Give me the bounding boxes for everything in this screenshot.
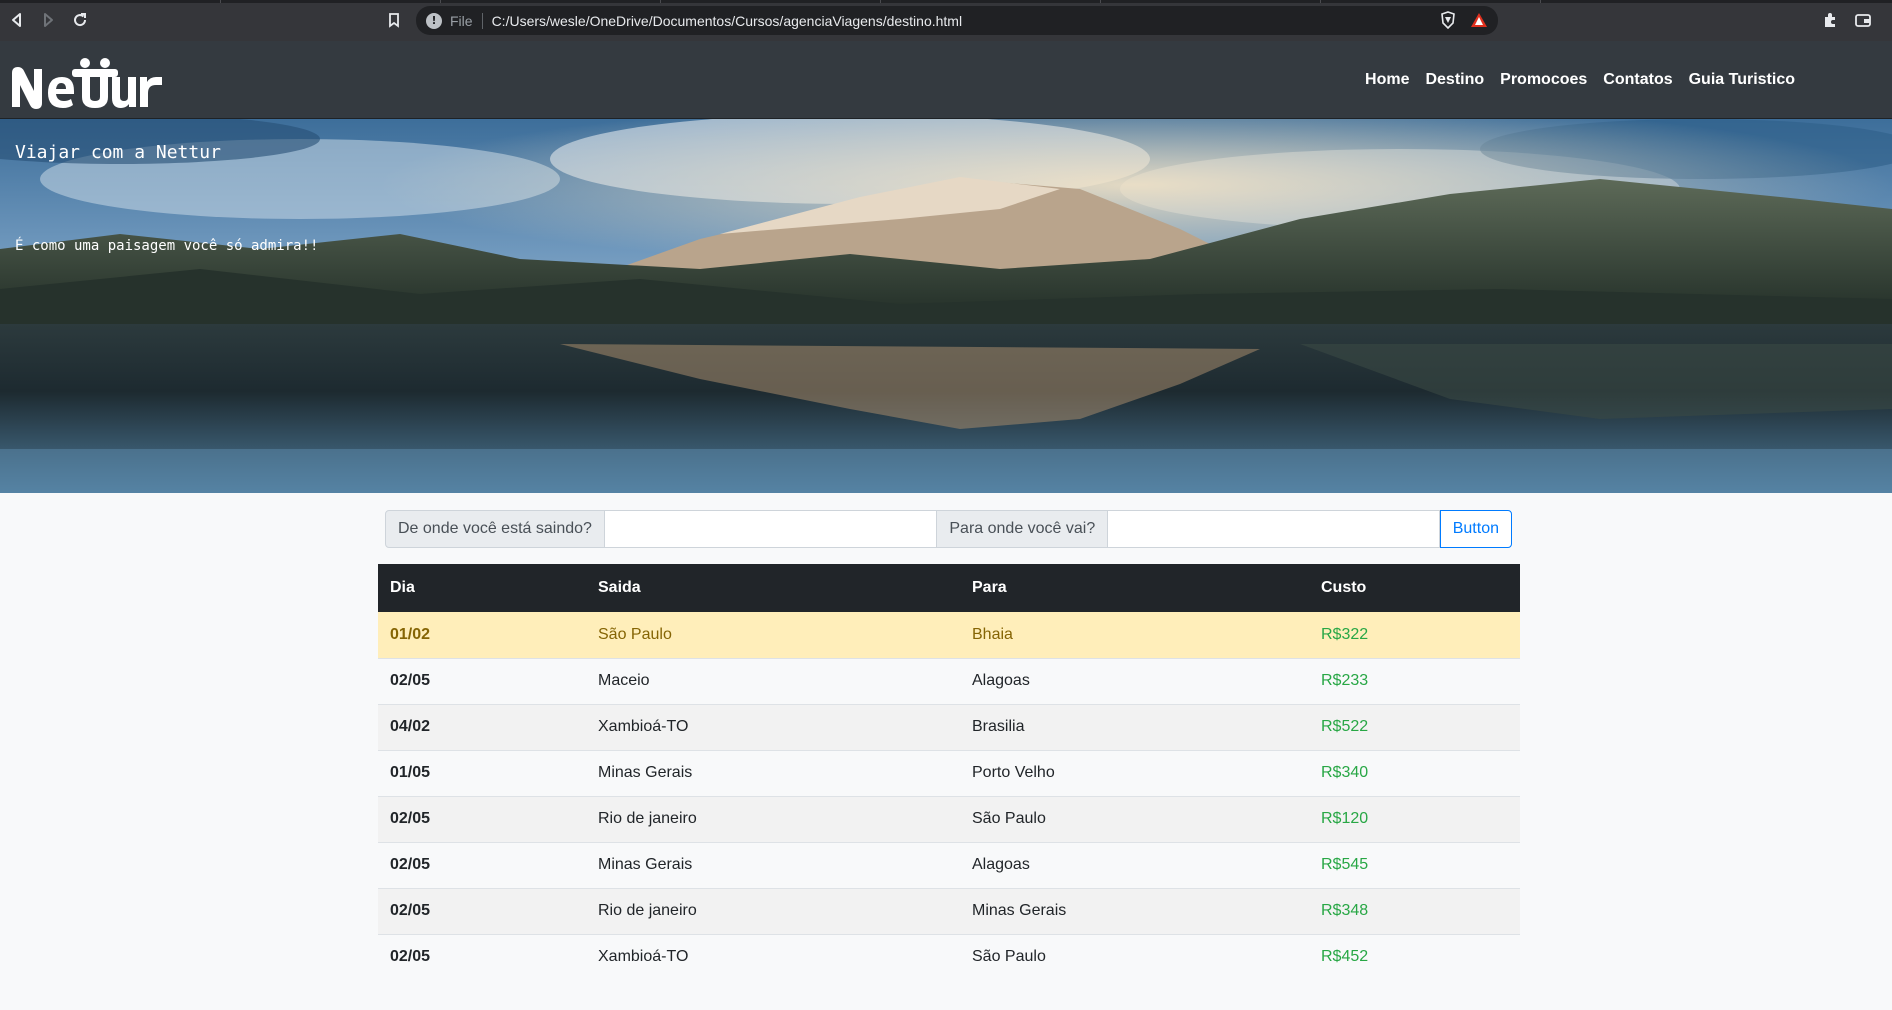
table-row: 01/05 Minas Gerais Porto Velho R$340 [378, 749, 1520, 796]
cell-para: Alagoas [960, 841, 1309, 888]
origin-input[interactable] [604, 510, 938, 548]
cell-saida: São Paulo [586, 611, 960, 658]
cell-dia: 02/05 [378, 841, 586, 888]
bookmark-icon[interactable] [383, 9, 405, 31]
cell-saida: Maceio [586, 657, 960, 704]
cell-para: Bhaia [960, 611, 1309, 658]
back-icon[interactable] [6, 9, 28, 31]
reload-icon[interactable] [69, 9, 91, 31]
nav-link-promocoes[interactable]: Promocoes [1500, 71, 1587, 89]
tab-strip [0, 0, 1892, 3]
cell-custo: R$545 [1309, 841, 1520, 888]
cell-saida: Rio de janeiro [586, 795, 960, 842]
url-text[interactable]: C:/Users/wesle/OneDrive/Documentos/Curso… [492, 13, 963, 29]
nav-link-guia-turistico[interactable]: Guia Turistico [1689, 71, 1795, 89]
cell-saida: Rio de janeiro [586, 887, 960, 934]
table-row: 02/05 Rio de janeiro São Paulo R$120 [378, 795, 1520, 842]
nav-link-destino[interactable]: Destino [1425, 71, 1484, 89]
cell-saida: Xambioá-TO [586, 703, 960, 750]
table-row: 02/05 Rio de janeiro Minas Gerais R$348 [378, 887, 1520, 934]
cell-para: Alagoas [960, 657, 1309, 704]
hero-banner: Viajar com a Nettur É como uma paisagem … [0, 119, 1892, 493]
brave-shield-icon[interactable] [1440, 11, 1456, 29]
table-row: 01/02 São Paulo Bhaia R$322 [378, 611, 1520, 658]
cell-dia: 04/02 [378, 703, 586, 750]
cell-para: São Paulo [960, 933, 1309, 980]
brave-rewards-icon[interactable] [1470, 12, 1488, 28]
table-header-row: Dia Saida Para Custo [378, 564, 1520, 612]
site-navbar: Home Destino Promocoes Contatos Guia Tur… [0, 41, 1892, 119]
forward-icon[interactable] [37, 9, 59, 31]
nettur-logo [12, 58, 162, 109]
header-custo: Custo [1309, 564, 1520, 612]
cell-para: Porto Velho [960, 749, 1309, 796]
search-button[interactable]: Button [1439, 510, 1512, 548]
destination-input[interactable] [1108, 510, 1440, 548]
header-saida: Saida [586, 564, 960, 612]
cell-para: Brasilia [960, 703, 1309, 750]
cell-dia: 02/05 [378, 933, 586, 980]
header-para: Para [960, 564, 1309, 612]
info-icon[interactable]: ! [426, 12, 442, 29]
nav-link-contatos[interactable]: Contatos [1603, 71, 1672, 89]
cell-custo: R$322 [1309, 611, 1520, 658]
site-logo[interactable] [12, 49, 164, 109]
wallet-icon[interactable] [1852, 9, 1874, 31]
cell-dia: 02/05 [378, 887, 586, 934]
address-bar[interactable]: ! File C:/Users/wesle/OneDrive/Documento… [416, 6, 1498, 35]
cell-custo: R$233 [1309, 657, 1520, 704]
cell-dia: 02/05 [378, 795, 586, 842]
nav-links: Home Destino Promocoes Contatos Guia Tur… [1365, 71, 1795, 89]
header-dia: Dia [378, 564, 586, 612]
extensions-icon[interactable] [1819, 9, 1841, 31]
hero-title: Viajar com a Nettur [15, 142, 221, 163]
cell-dia: 01/02 [378, 611, 586, 658]
cell-dia: 01/05 [378, 749, 586, 796]
trips-table: Dia Saida Para Custo 01/02 São Paulo Bha… [378, 564, 1520, 980]
cell-para: Minas Gerais [960, 887, 1309, 934]
table-row: 04/02 Xambioá-TO Brasilia R$522 [378, 703, 1520, 750]
nav-link-home[interactable]: Home [1365, 71, 1409, 89]
landscape-image [0, 119, 1892, 493]
cell-para: São Paulo [960, 795, 1309, 842]
url-scheme: File [450, 12, 473, 29]
destination-label: Para onde você vai? [937, 510, 1109, 548]
table-row: 02/05 Xambioá-TO São Paulo R$452 [378, 933, 1520, 980]
cell-saida: Minas Gerais [586, 749, 960, 796]
cell-saida: Xambioá-TO [586, 933, 960, 980]
table-row: 02/05 Maceio Alagoas R$233 [378, 657, 1520, 704]
cell-saida: Minas Gerais [586, 841, 960, 888]
cell-custo: R$348 [1309, 887, 1520, 934]
cell-dia: 02/05 [378, 657, 586, 704]
trips-table-container: Dia Saida Para Custo 01/02 São Paulo Bha… [378, 564, 1520, 980]
table-row: 02/05 Minas Gerais Alagoas R$545 [378, 841, 1520, 888]
hero-subtitle: É como uma paisagem você só admira!! [15, 238, 319, 254]
cell-custo: R$340 [1309, 749, 1520, 796]
browser-toolbar: ! File C:/Users/wesle/OneDrive/Documento… [0, 0, 1892, 41]
cell-custo: R$120 [1309, 795, 1520, 842]
cell-custo: R$452 [1309, 933, 1520, 980]
cell-custo: R$522 [1309, 703, 1520, 750]
origin-label: De onde você está saindo? [385, 510, 605, 548]
search-form: De onde você está saindo? Para onde você… [385, 510, 1512, 548]
